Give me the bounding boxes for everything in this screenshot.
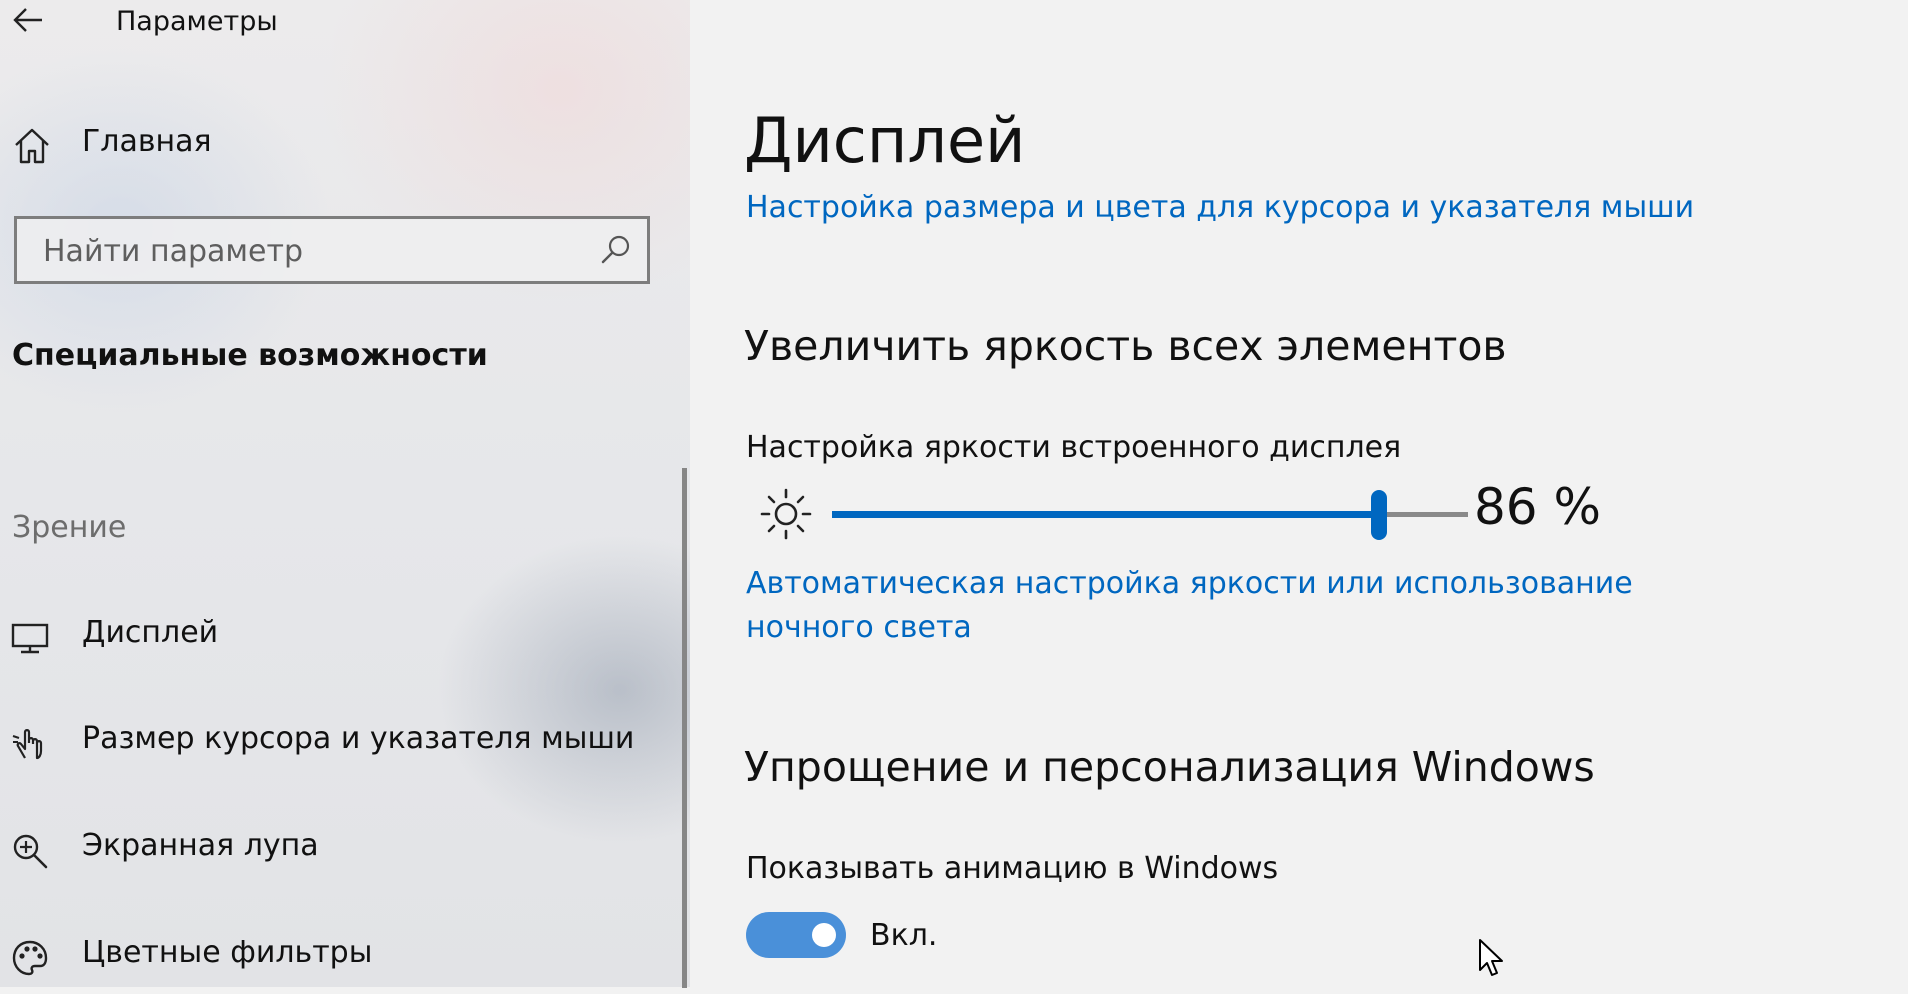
monitor-icon bbox=[11, 623, 49, 654]
group-label-vision: Зрение bbox=[12, 510, 127, 545]
animation-toggle-state: Вкл. bbox=[870, 918, 938, 953]
sidebar-item-magnifier[interactable]: Экранная лупа bbox=[0, 811, 680, 887]
brightness-sun-icon bbox=[760, 488, 812, 540]
personalize-heading: Упрощение и персонализация Windows bbox=[744, 743, 1595, 791]
sidebar-item-label: Дисплей bbox=[82, 615, 219, 650]
sidebar-scrollbar[interactable] bbox=[682, 468, 687, 988]
mouse-cursor-icon bbox=[1479, 939, 1503, 976]
sidebar-item-label: Экранная лупа bbox=[82, 828, 319, 863]
sidebar-item-label: Цветные фильтры bbox=[82, 935, 373, 970]
search-box[interactable] bbox=[14, 216, 650, 284]
app-title: Параметры bbox=[116, 6, 278, 37]
search-input[interactable] bbox=[17, 219, 605, 283]
cursor-settings-link[interactable]: Настройка размера и цвета для курсора и … bbox=[746, 186, 1694, 230]
slider-track-fill bbox=[832, 511, 1379, 518]
back-arrow-icon bbox=[13, 8, 42, 32]
slider-thumb[interactable] bbox=[1370, 490, 1387, 540]
sidebar-item-color-filters[interactable]: Цветные фильтры bbox=[0, 918, 680, 994]
main-content: Дисплей Настройка размера и цвета для ку… bbox=[690, 0, 1908, 987]
sidebar: Параметры Главная Специальные возможност… bbox=[0, 0, 690, 988]
palette-icon bbox=[12, 940, 48, 976]
brightness-slider[interactable] bbox=[832, 490, 1468, 540]
home-label[interactable]: Главная bbox=[82, 124, 212, 159]
sidebar-item-label: Размер курсора и указателя мыши bbox=[82, 721, 635, 756]
brightness-value: 86 % bbox=[1474, 478, 1602, 536]
search-icon[interactable] bbox=[599, 233, 633, 267]
animation-toggle[interactable] bbox=[746, 912, 846, 958]
brightness-heading: Увеличить яркость всех элементов bbox=[744, 322, 1507, 370]
back-button[interactable] bbox=[12, 2, 56, 38]
page-title: Дисплей bbox=[744, 104, 1026, 177]
toggle-knob bbox=[812, 923, 836, 947]
home-nav-item[interactable] bbox=[10, 122, 54, 170]
magnifier-plus-icon bbox=[13, 834, 48, 869]
section-title: Специальные возможности bbox=[12, 338, 488, 373]
sidebar-item-display[interactable]: Дисплей bbox=[0, 598, 680, 674]
home-icon bbox=[15, 128, 49, 164]
auto-brightness-link[interactable]: Автоматическая настройка яркости или исп… bbox=[746, 562, 1766, 650]
sidebar-item-cursor-size[interactable]: Размер курсора и указателя мыши bbox=[0, 704, 680, 780]
brightness-label: Настройка яркости встроенного дисплея bbox=[746, 430, 1402, 465]
animation-label: Показывать анимацию в Windows bbox=[746, 851, 1279, 886]
pointer-hand-icon bbox=[12, 729, 43, 760]
